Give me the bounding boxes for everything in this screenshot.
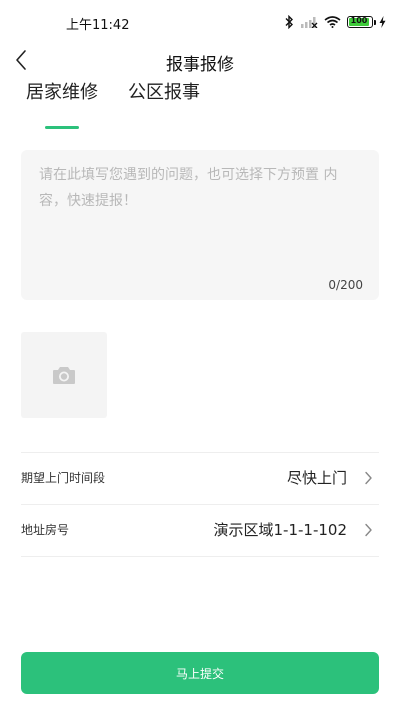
signal-icon [300, 16, 318, 28]
wifi-icon [324, 16, 341, 28]
tab-home-repair[interactable]: 居家维修 [26, 78, 98, 104]
status-bar: 上午11:42 100 [0, 0, 400, 44]
active-tab-indicator [45, 126, 79, 129]
photo-upload-button[interactable] [21, 332, 107, 418]
tab-bar: 居家维修 公区报事 [26, 78, 200, 104]
header: 报事报修 [0, 44, 400, 80]
visit-time-label: 期望上门时间段 [21, 471, 106, 485]
bluetooth-icon [284, 15, 294, 29]
description-box: 0/200 [21, 150, 379, 300]
address-label: 地址房号 [21, 523, 70, 537]
char-count: 0/200 [328, 278, 363, 292]
address-value: 演示区域1-1-1-102 [213, 521, 348, 539]
tab-public-area[interactable]: 公区报事 [128, 78, 200, 104]
status-icons: 100 [284, 14, 386, 30]
battery-icon: 100 [347, 16, 376, 28]
visit-time-row[interactable]: 期望上门时间段 尽快上门 [21, 452, 379, 504]
description-input[interactable] [21, 150, 379, 270]
chevron-right-icon [365, 523, 372, 537]
status-time: 上午11:42 [66, 18, 130, 33]
address-row[interactable]: 地址房号 演示区域1-1-1-102 [21, 504, 379, 556]
battery-level: 100 [350, 16, 368, 25]
chevron-right-icon [365, 471, 372, 485]
visit-time-value: 尽快上门 [286, 469, 347, 487]
page-title: 报事报修 [166, 55, 234, 75]
form-divider [21, 556, 379, 557]
charging-icon [379, 16, 386, 28]
submit-button[interactable]: 马上提交 [21, 652, 379, 694]
camera-icon [53, 367, 75, 384]
